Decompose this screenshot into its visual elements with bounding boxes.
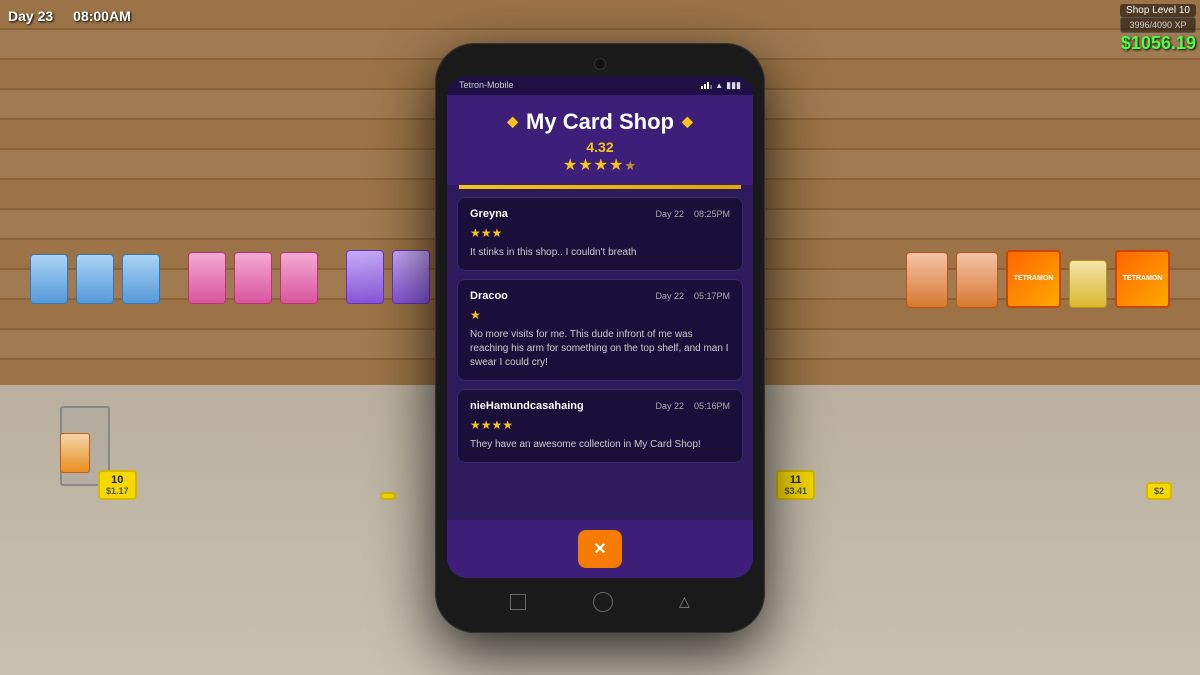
- review-2-text: No more visits for me. This dude infront…: [470, 328, 730, 370]
- battery-icon: ▮▮▮: [726, 80, 741, 91]
- shop-level: Shop Level 10: [1120, 4, 1196, 17]
- reviews-list: Greyna Day 22 08:25PM ★★★ It stinks in t…: [447, 189, 753, 471]
- phone: Tetron-Mobile ▲ ▮▮▮ ◆: [435, 43, 765, 633]
- review-2-meta: Day 22 05:17PM: [655, 291, 730, 301]
- product-yellow-1: [1069, 260, 1107, 308]
- rating-number: 4.32: [459, 139, 741, 155]
- rack-product: [60, 433, 90, 473]
- price-tag-3: 11 $3.41: [776, 470, 815, 500]
- status-icons: ▲ ▮▮▮: [701, 80, 741, 91]
- product-blue-2: [76, 254, 114, 304]
- carrier-label: Tetron-Mobile: [459, 80, 514, 90]
- wifi-icon: ▲: [715, 81, 723, 90]
- review-2-time: 05:17PM: [694, 291, 730, 301]
- rating-stars: ★★★★★: [459, 155, 741, 175]
- review-3-time: 05:16PM: [694, 401, 730, 411]
- product-blue-3: [122, 254, 160, 304]
- app-bottom: ✕: [447, 520, 753, 578]
- reviewer-1-name: Greyna: [470, 208, 508, 220]
- review-2-day: Day 22: [655, 291, 684, 301]
- review-1-day: Day 22: [655, 209, 684, 219]
- review-2-stars: ★: [470, 308, 730, 322]
- right-shelf-products: TETRAMON TETRAMON: [906, 250, 1170, 308]
- product-tetramon-box-2: TETRAMON: [1115, 250, 1170, 308]
- review-3-meta: Day 22 05:16PM: [655, 401, 730, 411]
- hud-time: 08:00AM: [73, 8, 131, 24]
- review-card-2: Dracoo Day 22 05:17PM ★ No more visits f…: [457, 279, 743, 381]
- phone-camera: [594, 58, 606, 70]
- nav-circle-icon[interactable]: [593, 592, 613, 612]
- review-3-stars: ★★★★: [470, 418, 730, 432]
- review-3-day: Day 22: [655, 401, 684, 411]
- reviewer-3-name: nieHamundcasahaing: [470, 400, 584, 412]
- shop-title: ◆ My Card Shop ◆: [459, 109, 741, 135]
- product-purple-2: [392, 250, 430, 304]
- review-card-3: nieHamundcasahaing Day 22 05:16PM ★★★★ T…: [457, 389, 743, 463]
- phone-container: Tetron-Mobile ▲ ▮▮▮ ◆: [435, 43, 765, 633]
- product-blue-1: [30, 254, 68, 304]
- review-3-header: nieHamundcasahaing Day 22 05:16PM: [470, 400, 730, 412]
- reviewer-2-name: Dracoo: [470, 290, 508, 302]
- shop-title-text: My Card Shop: [526, 109, 674, 135]
- review-1-header: Greyna Day 22 08:25PM: [470, 208, 730, 220]
- hud-top-left: Day 23 08:00AM: [8, 8, 131, 24]
- signal-bars-icon: [701, 82, 712, 89]
- signal-bar-1: [701, 86, 703, 89]
- signal-bar-3: [707, 82, 709, 89]
- app-content[interactable]: ◆ My Card Shop ◆ 4.32 ★★★★★ Greyna: [447, 95, 753, 520]
- price-tag-1: 10 $1.17: [98, 470, 137, 500]
- left-shelf-products: [30, 250, 476, 304]
- hud-day: Day 23: [8, 8, 53, 24]
- close-button[interactable]: ✕: [578, 530, 622, 568]
- review-3-text: They have an awesome collection in My Ca…: [470, 438, 730, 452]
- signal-bar-4: [710, 85, 712, 89]
- review-1-text: It stinks in this shop.. I couldn't brea…: [470, 246, 730, 260]
- price-tag-4: $2: [1146, 482, 1172, 500]
- product-pink-2: [234, 252, 272, 304]
- money-display: $1056.19: [1120, 33, 1196, 54]
- product-pink-3: [280, 252, 318, 304]
- product-pink-1: [188, 252, 226, 304]
- phone-bottom-nav: △: [447, 582, 753, 618]
- hud-top-right: Shop Level 10 3996/4090 XP $1056.19: [1120, 4, 1196, 54]
- xp-bar: 3996/4090 XP: [1120, 17, 1196, 33]
- product-orange-1: [906, 252, 948, 308]
- review-2-header: Dracoo Day 22 05:17PM: [470, 290, 730, 302]
- signal-bar-2: [704, 84, 706, 89]
- app-header: ◆ My Card Shop ◆ 4.32 ★★★★★: [447, 95, 753, 185]
- diamond-right-icon: ◆: [682, 113, 693, 130]
- price-tag-2: [380, 492, 396, 500]
- nav-triangle-icon[interactable]: △: [679, 593, 690, 610]
- diamond-left-icon: ◆: [507, 113, 518, 130]
- review-1-time: 08:25PM: [694, 209, 730, 219]
- nav-square-icon[interactable]: [510, 594, 526, 610]
- status-bar: Tetron-Mobile ▲ ▮▮▮: [447, 76, 753, 95]
- review-1-stars: ★★★: [470, 226, 730, 240]
- product-tetramon-box: TETRAMON: [1006, 250, 1061, 308]
- product-orange-2: [956, 252, 998, 308]
- review-1-meta: Day 22 08:25PM: [655, 209, 730, 219]
- phone-screen: Tetron-Mobile ▲ ▮▮▮ ◆: [447, 76, 753, 578]
- review-card-1: Greyna Day 22 08:25PM ★★★ It stinks in t…: [457, 197, 743, 271]
- product-purple-1: [346, 250, 384, 304]
